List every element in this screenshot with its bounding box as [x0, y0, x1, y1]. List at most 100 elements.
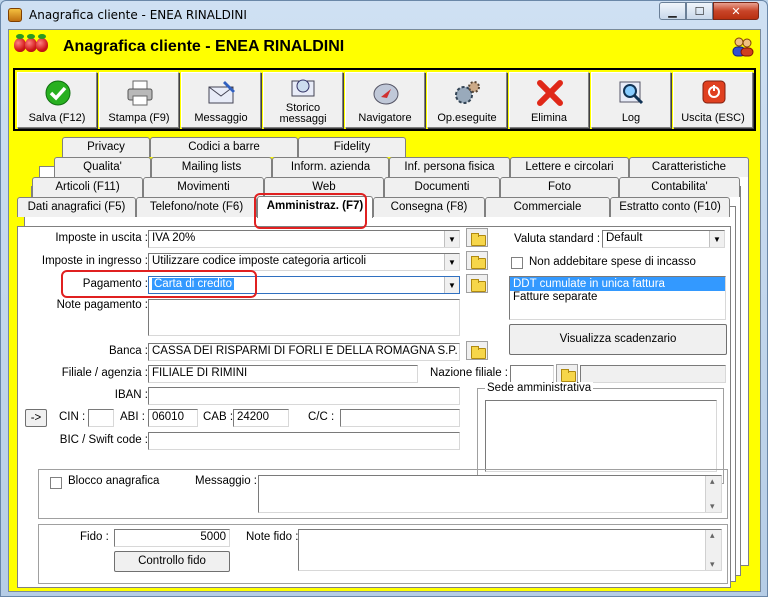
nazione-input[interactable]	[510, 365, 554, 383]
list-item[interactable]: DDT cumulate in unica fattura	[510, 277, 725, 291]
note-fido-textarea[interactable]	[298, 529, 722, 571]
message-button[interactable]: Messaggio	[181, 72, 261, 128]
application-window: Anagrafica cliente - ENEA RINALDINI ▁ ☐ …	[0, 0, 768, 597]
tab-mailing-lists[interactable]: Mailing lists	[151, 157, 272, 177]
list-item[interactable]: Fatture separate	[510, 291, 725, 303]
compass-icon	[373, 83, 399, 105]
cc-input[interactable]	[340, 409, 460, 427]
controllo-fido-button[interactable]: Controllo fido	[114, 551, 230, 572]
chevron-down-icon: ▼	[444, 231, 459, 247]
filiale-input[interactable]: FILIALE DI RIMINI	[148, 365, 418, 383]
tab-documenti[interactable]: Documenti	[384, 177, 500, 197]
print-button[interactable]: Stampa (F9)	[99, 72, 179, 128]
title-bar: Anagrafica cliente - ENEA RINALDINI ▁ ☐ …	[1, 1, 767, 29]
filiale-label: Filiale / agenzia :	[61, 367, 148, 379]
folder-icon[interactable]	[466, 251, 488, 270]
window-title: Anagrafica cliente - ENEA RINALDINI	[29, 8, 247, 22]
imposte-uscita-select[interactable]: IVA 20% ▼	[148, 230, 460, 248]
header-bar: Anagrafica cliente - ENEA RINALDINI	[9, 30, 760, 63]
note-pagamento-textarea[interactable]	[148, 299, 460, 336]
blocco-anagrafica-checkbox[interactable]	[50, 477, 62, 489]
tab-fidelity[interactable]: Fidelity	[298, 137, 406, 157]
bic-label: BIC / Swift code :	[59, 434, 148, 446]
cin-input[interactable]	[88, 409, 114, 427]
scrollbar[interactable]	[705, 476, 721, 512]
delete-button[interactable]: Elimina	[509, 72, 589, 128]
fido-input[interactable]: 5000	[114, 529, 230, 547]
envelope-icon	[208, 81, 235, 104]
tab-caratteristiche[interactable]: Caratteristiche	[629, 157, 749, 177]
visualizza-scadenzario-button[interactable]: Visualizza scadenzario	[509, 324, 727, 355]
imposte-ingresso-select[interactable]: Utilizzare codice imposte categoria arti…	[148, 253, 460, 271]
cc-label: C/C :	[308, 411, 335, 423]
arrow-button[interactable]: ->	[25, 409, 47, 427]
exit-icon	[702, 80, 726, 104]
tab-highlight	[254, 193, 367, 229]
valuta-select[interactable]: Default ▼	[602, 230, 725, 248]
magnifier-icon	[619, 81, 644, 105]
chevron-down-icon: ▼	[444, 277, 459, 293]
tab-qualita[interactable]: Qualita'	[54, 157, 151, 177]
toolbar: Salva (F12) Stampa (F9) Messaggio Storic…	[13, 68, 756, 131]
tab-persona-fisica[interactable]: Inf. persona fisica	[389, 157, 510, 177]
tab-privacy[interactable]: Privacy	[62, 137, 150, 157]
maximize-button[interactable]: ☐	[686, 2, 713, 20]
nazione-description	[580, 365, 726, 383]
operations-done-button[interactable]: Op.eseguite	[427, 72, 507, 128]
tab-inform-azienda[interactable]: Inform. azienda	[272, 157, 389, 177]
messaggio-label: Messaggio :	[195, 475, 258, 487]
delete-x-icon	[537, 80, 563, 106]
client-area: Anagrafica cliente - ENEA RINALDINI Salv…	[8, 29, 761, 592]
users-icon[interactable]	[732, 35, 754, 57]
non-addebitare-checkbox[interactable]	[511, 257, 523, 269]
iban-input[interactable]	[148, 387, 460, 405]
blocco-anagrafica-label: Blocco anagrafica	[68, 475, 160, 487]
note-fido-label: Note fido :	[246, 531, 299, 543]
log-button[interactable]: Log	[591, 72, 671, 128]
bic-input[interactable]	[148, 432, 460, 450]
minimize-button[interactable]: ▁	[659, 2, 686, 20]
folder-icon[interactable]	[556, 364, 578, 383]
maximize-icon: ☐	[694, 4, 705, 18]
scrollbar[interactable]	[705, 530, 721, 570]
cab-input[interactable]: 24200	[233, 409, 289, 427]
sede-amministrativa-textarea[interactable]	[485, 400, 717, 472]
tab-estratto-conto[interactable]: Estratto conto (F10)	[610, 197, 730, 217]
nazione-label: Nazione filiale :	[430, 367, 508, 379]
tab-foto[interactable]: Foto	[500, 177, 619, 197]
exit-button[interactable]: Uscita (ESC)	[673, 72, 753, 128]
folder-icon[interactable]	[466, 274, 488, 293]
save-button[interactable]: Salva (F12)	[17, 72, 97, 128]
invoice-mode-list[interactable]: DDT cumulate in unica fattura Fatture se…	[509, 276, 726, 320]
tab-lettere-circolari[interactable]: Lettere e circolari	[510, 157, 629, 177]
pagamento-highlight	[61, 270, 257, 298]
note-pagamento-label: Note pagamento :	[56, 299, 148, 311]
tab-articoli[interactable]: Articoli (F11)	[32, 177, 143, 197]
tab-movimenti[interactable]: Movimenti	[143, 177, 264, 197]
printer-icon	[127, 80, 153, 106]
gears-icon	[455, 81, 480, 104]
tab-commerciale[interactable]: Commerciale	[485, 197, 610, 217]
tab-telefono-note[interactable]: Telefono/note (F6)	[136, 197, 257, 217]
tab-dati-anagrafici[interactable]: Dati anagrafici (F5)	[17, 197, 136, 217]
tab-contabilita[interactable]: Contabilita'	[619, 177, 740, 197]
message-history-button[interactable]: Storico messaggi	[263, 72, 343, 128]
tab-consegna[interactable]: Consegna (F8)	[373, 197, 485, 217]
messaggio-textarea[interactable]	[258, 475, 722, 513]
valuta-label: Valuta standard :	[514, 233, 601, 245]
tab-barcodes[interactable]: Codici a barre	[150, 137, 298, 157]
banca-input[interactable]: CASSA DEI RISPARMI DI FORLI E DELLA ROMA…	[148, 343, 460, 361]
close-button[interactable]: ✕	[713, 2, 759, 20]
check-icon	[45, 80, 71, 106]
sede-amministrativa-label: Sede amministrativa	[485, 382, 594, 394]
imposte-uscita-label: Imposte in uscita :	[55, 232, 148, 244]
folder-icon[interactable]	[466, 228, 488, 247]
folder-icon[interactable]	[466, 341, 488, 360]
app-icon	[8, 8, 22, 22]
amministrazione-panel: Imposte in uscita : IVA 20% ▼ Imposte in …	[17, 226, 731, 588]
banca-label: Banca :	[109, 345, 148, 357]
abi-input[interactable]: 06010	[148, 409, 198, 427]
navigator-button[interactable]: Navigatore	[345, 72, 425, 128]
abi-label: ABI :	[120, 411, 145, 423]
iban-label: IBAN :	[114, 389, 148, 401]
